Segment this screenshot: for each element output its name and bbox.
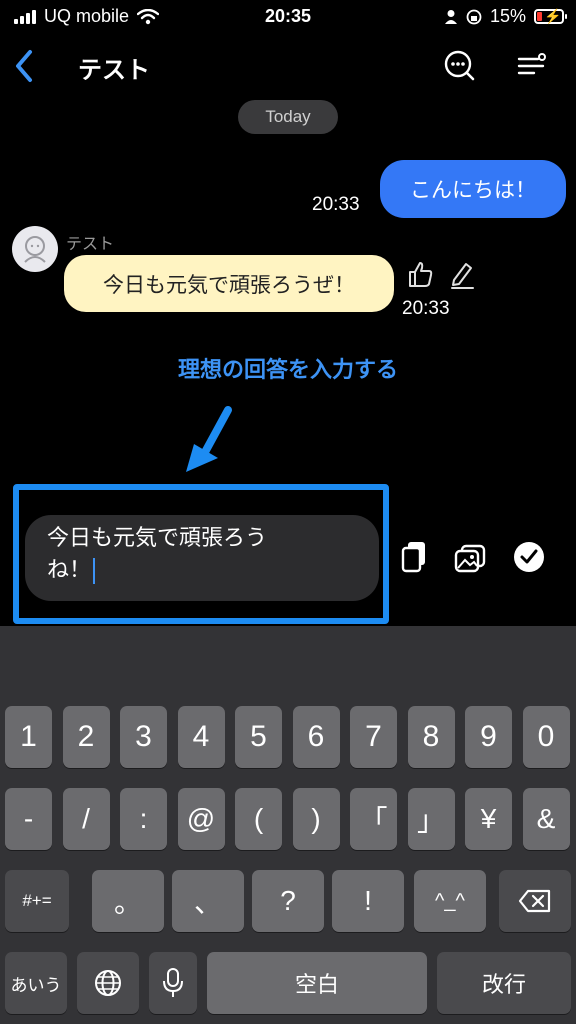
chat-header: テスト (0, 40, 576, 96)
key-symbol[interactable]: ( (235, 788, 282, 850)
sender-name: テスト (66, 234, 115, 253)
key-7[interactable]: 7 (350, 706, 397, 768)
annotation-arrow-icon (186, 406, 232, 472)
key-symbol[interactable]: 」 (407, 788, 455, 850)
space-key[interactable]: 空白 (207, 952, 427, 1014)
backspace-icon (518, 889, 551, 913)
key-symbol[interactable]: ! (332, 870, 404, 932)
avatar-icon (24, 236, 46, 263)
return-key[interactable]: 改行 (437, 952, 571, 1014)
key-8[interactable]: 8 (407, 706, 455, 768)
globe-icon (95, 970, 121, 996)
key-symbol[interactable]: ? (252, 870, 324, 932)
key-symbol[interactable]: ¥ (465, 788, 512, 850)
key-symbol[interactable]: & (522, 788, 570, 850)
key-4[interactable]: 4 (177, 706, 225, 768)
text-caret (93, 558, 96, 584)
key-symbol[interactable]: 「 (350, 788, 397, 850)
copy-icon[interactable] (398, 538, 432, 576)
key-mic[interactable] (149, 952, 197, 1014)
key-symbol[interactable]: @ (177, 788, 225, 850)
orientation-lock-icon (466, 9, 482, 24)
status-bar: UQ mobile 20:35 15% ⚡ (0, 0, 576, 34)
key-globe[interactable] (77, 952, 139, 1014)
key-kana[interactable]: あいう (5, 952, 67, 1014)
key-9[interactable]: 9 (465, 706, 512, 768)
menu-filter-icon[interactable] (514, 48, 548, 82)
thumbs-up-icon[interactable] (404, 258, 436, 290)
location-icon (444, 9, 457, 24)
key-symbol[interactable]: 、 (172, 870, 244, 932)
backspace-key[interactable] (499, 870, 571, 932)
chat-title: テスト (78, 56, 150, 84)
check-icon[interactable] (512, 538, 546, 576)
battery-percent: 15% (489, 6, 526, 26)
date-divider: Today (238, 100, 338, 134)
image-icon[interactable] (453, 538, 487, 576)
key-1[interactable]: 1 (5, 706, 52, 768)
avatar[interactable] (12, 226, 58, 272)
key-0[interactable]: 0 (522, 706, 570, 768)
edit-pencil-icon[interactable] (446, 258, 478, 290)
microphone-icon (163, 968, 183, 997)
message-input[interactable]: 今日も元気で頑張ろう ね！ (25, 515, 379, 601)
back-chevron-icon[interactable] (10, 48, 40, 84)
key-more-symbols[interactable]: #+= (5, 870, 69, 932)
key-symbol[interactable]: : (120, 788, 167, 850)
outgoing-message-time: 20:33 (312, 194, 360, 215)
search-chat-icon[interactable] (442, 48, 476, 82)
input-line-2-text: ね！ (47, 558, 92, 583)
key-2[interactable]: 2 (62, 706, 110, 768)
key-symbol[interactable]: ) (292, 788, 340, 850)
key-symbol[interactable]: 。 (92, 870, 164, 932)
key-symbol[interactable]: - (5, 788, 52, 850)
key-6[interactable]: 6 (292, 706, 340, 768)
incoming-message-time: 20:33 (402, 298, 450, 319)
outgoing-message-bubble[interactable]: こんにちは！ (380, 160, 566, 218)
key-symbol[interactable]: / (62, 788, 110, 850)
incoming-message-bubble[interactable]: 今日も元気で頑張ろうぜ！ (64, 255, 394, 312)
key-5[interactable]: 5 (235, 706, 282, 768)
input-line-1: 今日も元気で頑張ろう (47, 526, 268, 551)
annotation-text: 理想の回答を入力する (177, 358, 398, 383)
input-line-2: ね！ (47, 555, 357, 587)
status-right: 15% ⚡ (444, 6, 567, 27)
battery-icon: ⚡ (534, 8, 567, 24)
keyboard: 1 2 3 4 5 6 7 8 9 0 - /: @() 「」 ¥ & #+= 。、?! ^_^ あいう 空白 改行 (0, 626, 576, 1024)
key-symbol[interactable]: ^_^ (414, 870, 486, 932)
key-3[interactable]: 3 (120, 706, 167, 768)
